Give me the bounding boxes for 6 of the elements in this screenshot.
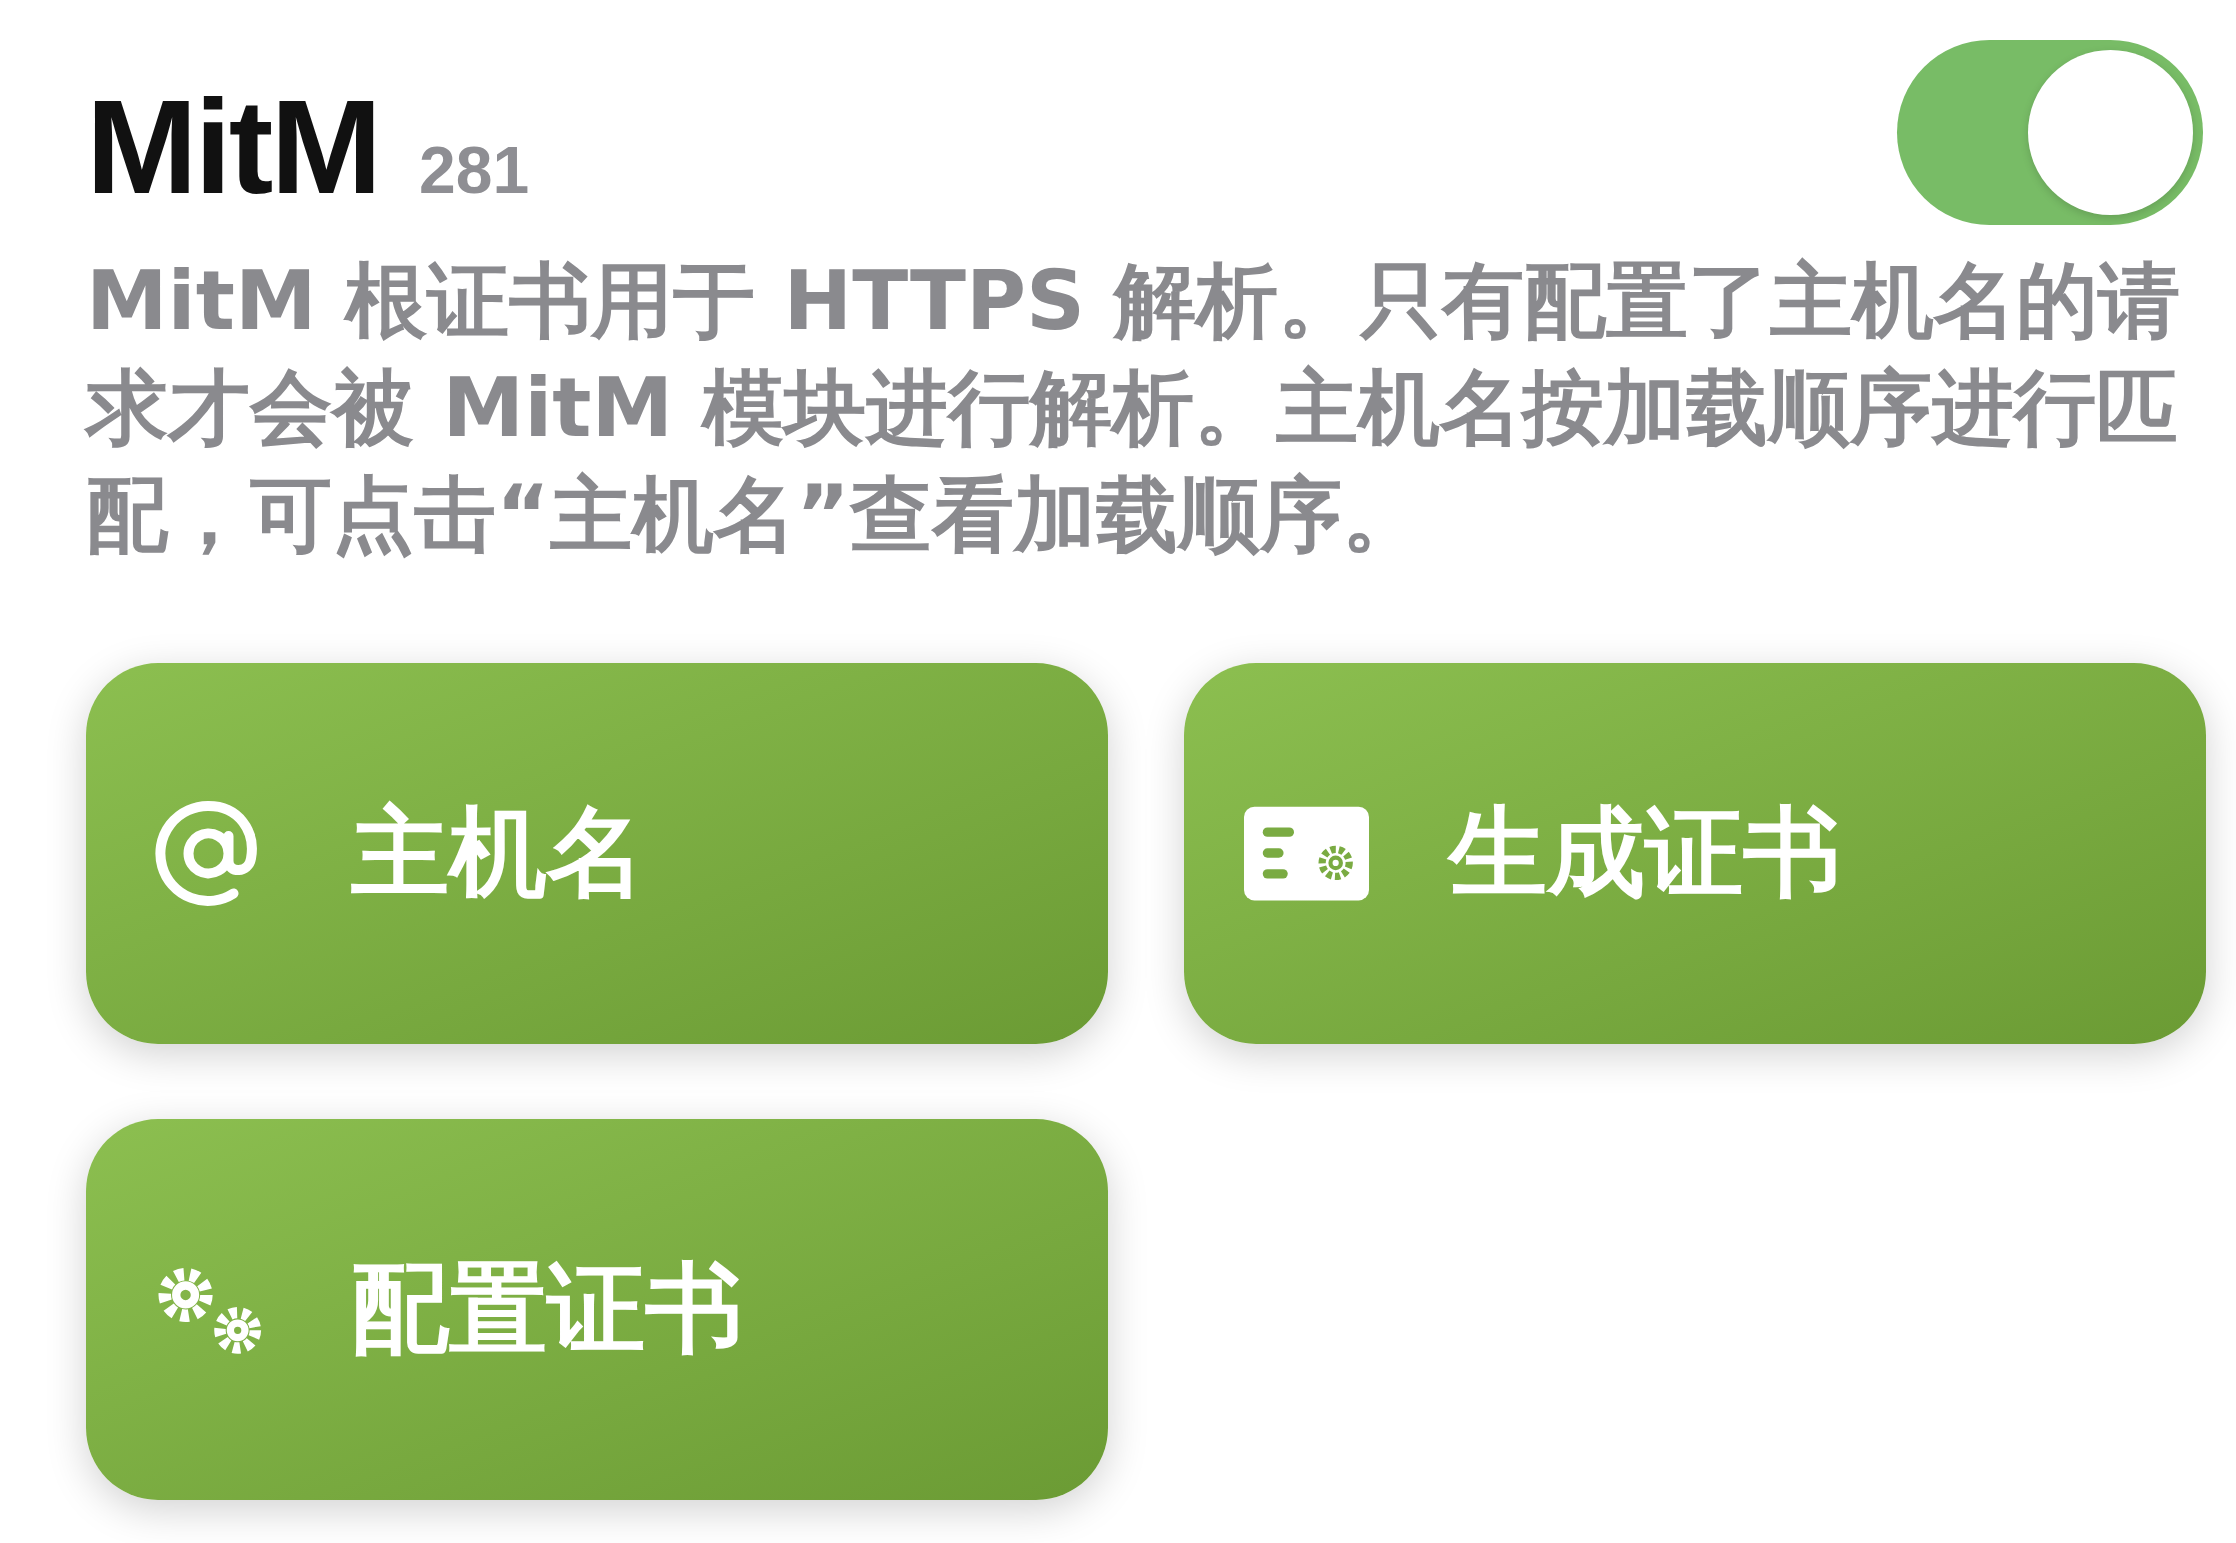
section-title: MitM: [86, 71, 380, 223]
description-text: MitM 根证书用于 HTTPS 解析。只有配置了主机名的请求才会被 MitM 模块进行解析。主机名按加载顺序进行匹配，可点击“主机名”查看加载顺序。: [86, 252, 2181, 564]
count-label: 281: [419, 132, 530, 208]
action-button[interactable]: 主机名: [86, 663, 1108, 1044]
action-button[interactable]: 生成证书: [1184, 663, 2206, 1044]
action-button[interactable]: 配置证书: [86, 1119, 1108, 1500]
